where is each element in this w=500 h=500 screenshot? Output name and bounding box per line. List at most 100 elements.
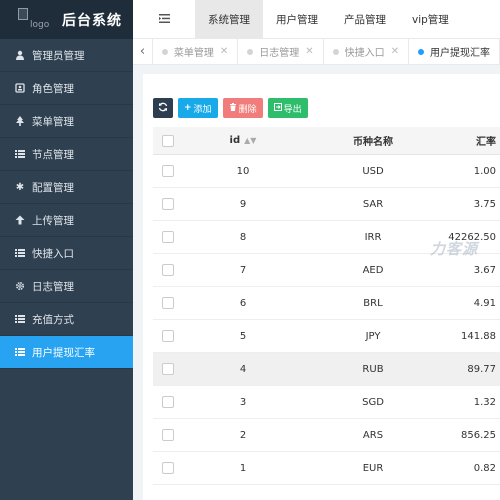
gear-icon [14, 280, 26, 292]
sidebar: logo 后台系统 管理员管理 角色管理 菜单管理 节点管理 ✱ 配置管理 上传… [0, 0, 133, 500]
sidebar-item-shortcuts[interactable]: 快捷入口 [0, 237, 133, 270]
cell-rate: 0.82 [473, 462, 496, 474]
cell-rate: 856.25 [461, 429, 496, 441]
topnav-users[interactable]: 用户管理 [263, 0, 331, 38]
table-row[interactable]: 5 JPY 141.88 [153, 320, 500, 353]
topnav-products[interactable]: 产品管理 [331, 0, 399, 38]
cell-rate: 3.67 [473, 264, 496, 276]
logo-image: logo [18, 7, 58, 32]
cell-rate: 141.88 [461, 330, 496, 342]
list-icon [14, 148, 26, 160]
row-checkbox[interactable] [162, 429, 174, 441]
topnav-system[interactable]: 系统管理 [195, 0, 263, 38]
sidebar-item-recharge[interactable]: 充值方式 [0, 303, 133, 336]
sidebar-item-label: 用户提现汇率 [32, 346, 95, 359]
sidebar-item-label: 充值方式 [32, 313, 74, 326]
cell-id: 6 [239, 297, 247, 309]
refresh-icon [158, 102, 168, 115]
user-icon [14, 49, 26, 61]
sidebar-item-label: 菜单管理 [32, 115, 74, 128]
table-row[interactable]: 2 ARS 856.25 [153, 419, 500, 452]
sidebar-item-logs[interactable]: 日志管理 [0, 270, 133, 303]
cell-id: 3 [239, 396, 247, 408]
tab-menus[interactable]: 菜单管理 ✕ [153, 38, 239, 65]
cell-currency: AED [362, 264, 384, 276]
table-row[interactable]: 10 USD 1.00 [153, 155, 500, 188]
close-icon[interactable]: ✕ [220, 46, 228, 57]
row-checkbox[interactable] [162, 462, 174, 474]
row-checkbox[interactable] [162, 231, 174, 243]
header-id[interactable]: id ▲▼ [183, 135, 303, 146]
select-all-checkbox[interactable] [162, 134, 174, 147]
tabs-scroll-left-button[interactable]: ‹ [133, 38, 153, 65]
header-currency: 币种名称 [353, 137, 393, 148]
row-checkbox[interactable] [162, 297, 174, 309]
cell-rate: 1.00 [473, 165, 496, 177]
row-checkbox[interactable] [162, 165, 174, 177]
table-row[interactable]: 1 EUR 0.82 [153, 452, 500, 485]
tree-icon [14, 115, 26, 127]
sidebar-item-config[interactable]: ✱ 配置管理 [0, 171, 133, 204]
add-button[interactable]: + 添加 [178, 98, 218, 118]
sort-icon: ▲▼ [244, 136, 257, 145]
sidebar-toggle-button[interactable] [133, 0, 195, 38]
sidebar-item-label: 节点管理 [32, 148, 74, 161]
close-icon[interactable]: ✕ [305, 46, 313, 57]
cell-rate: 1.32 [473, 396, 496, 408]
table-row[interactable]: 4 RUB 89.77 [153, 353, 500, 386]
refresh-button[interactable] [153, 98, 173, 118]
cell-currency: ARS [362, 429, 384, 441]
menu-icon [158, 12, 170, 26]
row-checkbox[interactable] [162, 264, 174, 276]
export-icon [273, 102, 282, 114]
tab-dot [247, 48, 254, 55]
asterisk-icon: ✱ [15, 181, 25, 193]
sidebar-item-menus[interactable]: 菜单管理 [0, 105, 133, 138]
cell-id: 8 [239, 231, 247, 243]
sidebar-item-withdraw-rate[interactable]: 用户提现汇率 [0, 336, 133, 369]
cell-id: 5 [239, 330, 247, 342]
export-button[interactable]: 导出 [267, 98, 308, 118]
table-row[interactable]: 3 SGD 1.32 [153, 386, 500, 419]
cell-rate: 89.77 [467, 363, 496, 375]
cell-currency: EUR [362, 462, 384, 474]
cell-currency: SAR [362, 198, 384, 210]
delete-button[interactable]: 删除 [222, 98, 263, 118]
tab-shortcuts[interactable]: 快捷入口 ✕ [324, 38, 409, 65]
table-row[interactable]: 6 BRL 4.91 [153, 287, 500, 320]
content-panel: + 添加 删除 导出 id ▲▼ 币种名称 汇率 10 USD 1.00 9 S… [143, 74, 500, 500]
add-button-label: 添加 [193, 104, 212, 115]
plus-icon: + [184, 103, 192, 113]
broken-image-icon [18, 7, 28, 20]
cell-id: 9 [239, 198, 247, 210]
app-title: 后台系统 [62, 13, 122, 29]
trash-icon [229, 102, 237, 114]
sidebar-item-roles[interactable]: 角色管理 [0, 72, 133, 105]
tab-logs[interactable]: 日志管理 ✕ [238, 38, 324, 65]
cell-currency: RUB [362, 363, 384, 375]
cell-id: 1 [239, 462, 247, 474]
watermark-text: 力客源 [430, 240, 479, 258]
row-checkbox[interactable] [162, 396, 174, 408]
sidebar-item-nodes[interactable]: 节点管理 [0, 138, 133, 171]
sidebar-item-admin[interactable]: 管理员管理 [0, 39, 133, 72]
delete-button-label: 删除 [238, 104, 257, 115]
cell-currency: BRL [363, 297, 383, 309]
tab-dot [161, 48, 168, 55]
table-toolbar: + 添加 删除 导出 [153, 98, 308, 118]
sidebar-item-label: 角色管理 [32, 82, 74, 95]
row-checkbox[interactable] [162, 363, 174, 375]
row-checkbox[interactable] [162, 198, 174, 210]
cell-currency: JPY [365, 330, 381, 342]
row-checkbox[interactable] [162, 330, 174, 342]
close-icon[interactable]: ✕ [391, 46, 399, 57]
tab-label: 快捷入口 [344, 48, 385, 59]
tab-withdraw-rate[interactable]: 用户提现汇率 [409, 38, 500, 65]
sidebar-item-upload[interactable]: 上传管理 [0, 204, 133, 237]
table-row[interactable]: 9 SAR 3.75 [153, 188, 500, 221]
top-navbar: 系统管理 用户管理 产品管理 vip管理 [133, 0, 500, 39]
chevron-left-icon: ‹ [139, 44, 146, 59]
topnav-vip[interactable]: vip管理 [399, 0, 462, 38]
cell-rate: 3.75 [473, 198, 496, 210]
list-icon [14, 346, 26, 358]
